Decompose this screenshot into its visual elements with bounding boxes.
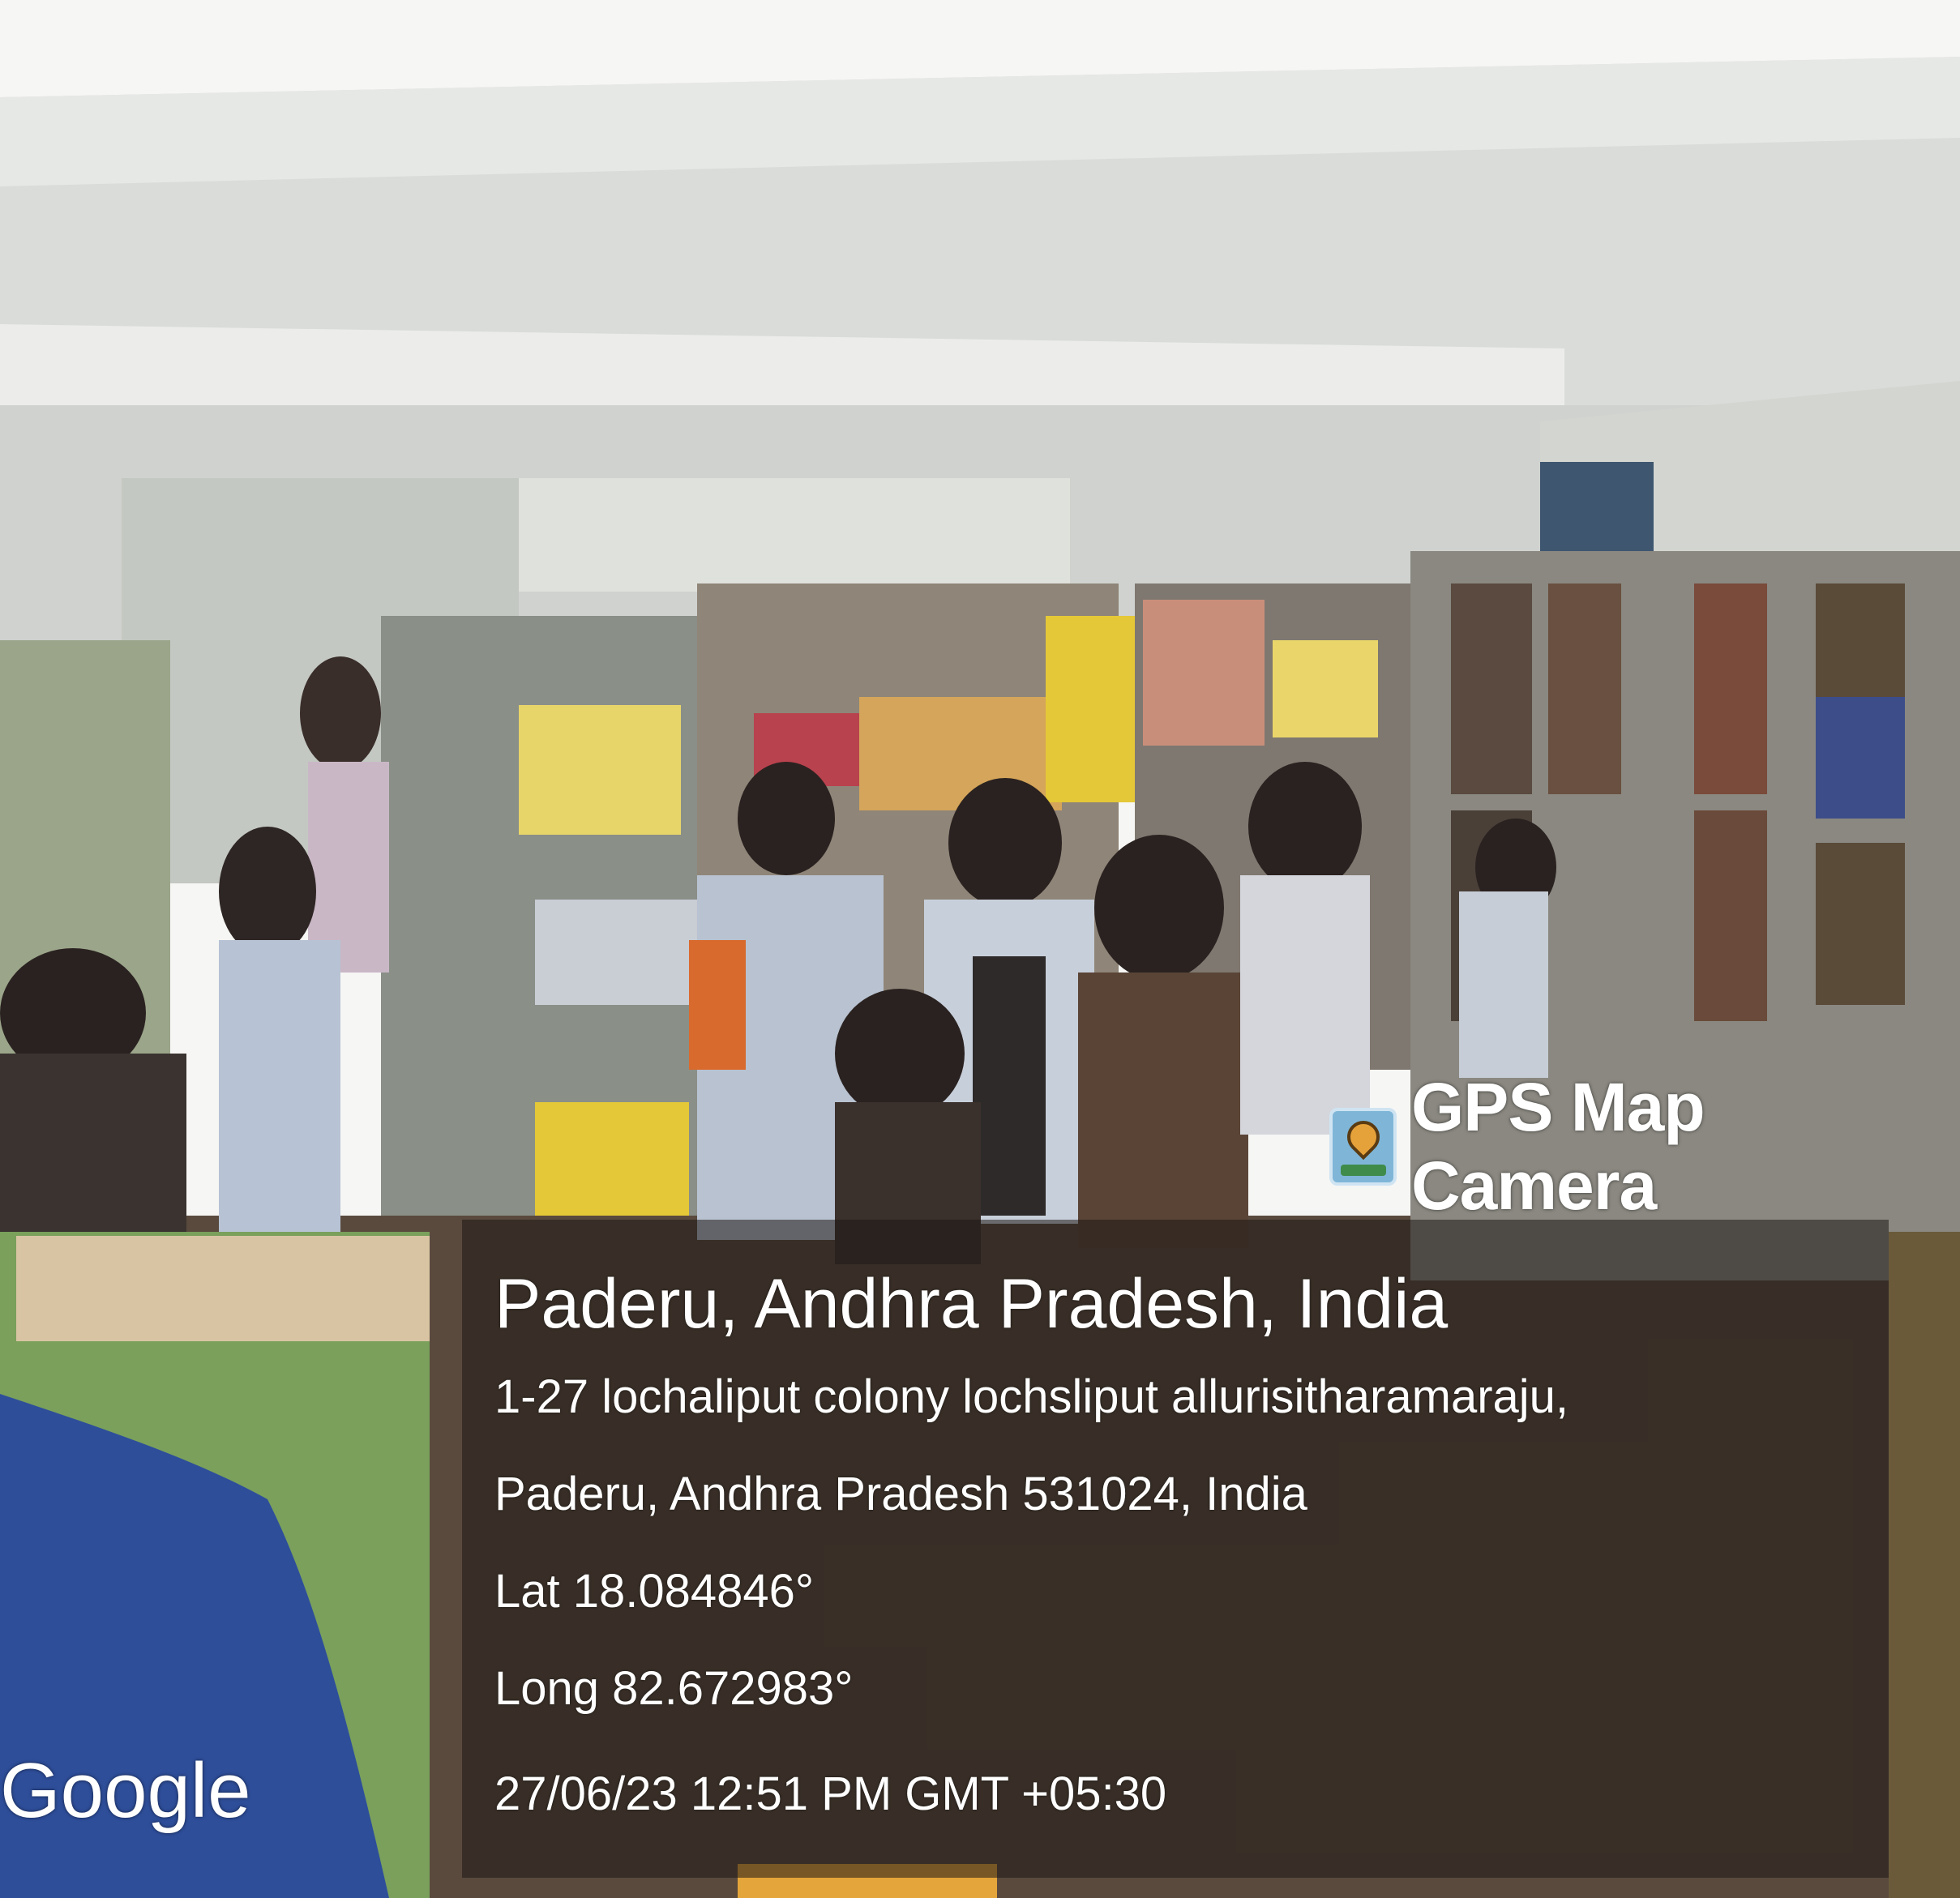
address-line-2: Paderu, Andhra Pradesh 531024, India — [494, 1468, 1307, 1520]
longitude-label: Long 82.672983° — [494, 1662, 854, 1715]
gps-map-camera-icon — [1329, 1108, 1397, 1186]
latitude-label: Lat 18.084846° — [494, 1565, 815, 1618]
google-map-logo: Google — [0, 1747, 251, 1834]
gps-camera-header: GPS Map Camera — [1329, 1069, 1960, 1224]
timestamp-label: 27/06/23 12:51 PM GMT +05:30 — [494, 1768, 1167, 1820]
location-info-panel: Paderu, Andhra Pradesh, India 1-27 locha… — [462, 1220, 1889, 1878]
app-name: GPS Map Camera — [1410, 1069, 1705, 1224]
address-line-1: 1-27 lochaliput colony lochsliput alluri… — [494, 1370, 1569, 1423]
city-label: Paderu, Andhra Pradesh, India — [494, 1265, 1449, 1343]
